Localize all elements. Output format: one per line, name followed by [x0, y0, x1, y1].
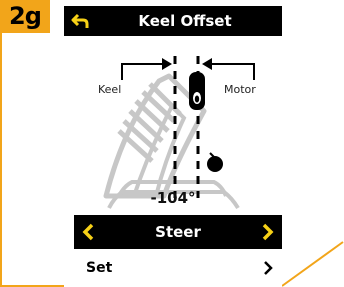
steer-label: Steer	[155, 223, 201, 241]
pivot-dot-icon	[207, 156, 223, 172]
keel-label: Keel	[98, 83, 121, 96]
keel-offset-diagram: Keel Motor -104°	[64, 36, 282, 212]
page-title: Keel Offset	[138, 12, 232, 30]
chevron-right-icon[interactable]	[258, 222, 278, 242]
steer-menu-item[interactable]: Steer	[74, 215, 282, 249]
chevron-left-icon[interactable]	[78, 222, 98, 242]
motor-arrow-icon	[210, 63, 255, 80]
keel-arrow-icon	[121, 63, 164, 80]
motor-label: Motor	[224, 83, 256, 96]
chevron-right-icon	[260, 260, 276, 276]
device-screen: Keel Offset Keel Motor -104° Steer Set	[64, 6, 282, 287]
angle-readout: -104°	[150, 189, 196, 207]
set-menu-item[interactable]: Set	[74, 251, 282, 285]
title-bar: Keel Offset	[64, 6, 282, 36]
set-label: Set	[86, 260, 113, 276]
step-badge: 2g	[0, 0, 50, 33]
motor-icon	[189, 72, 205, 110]
back-arrow-icon[interactable]	[68, 9, 92, 33]
